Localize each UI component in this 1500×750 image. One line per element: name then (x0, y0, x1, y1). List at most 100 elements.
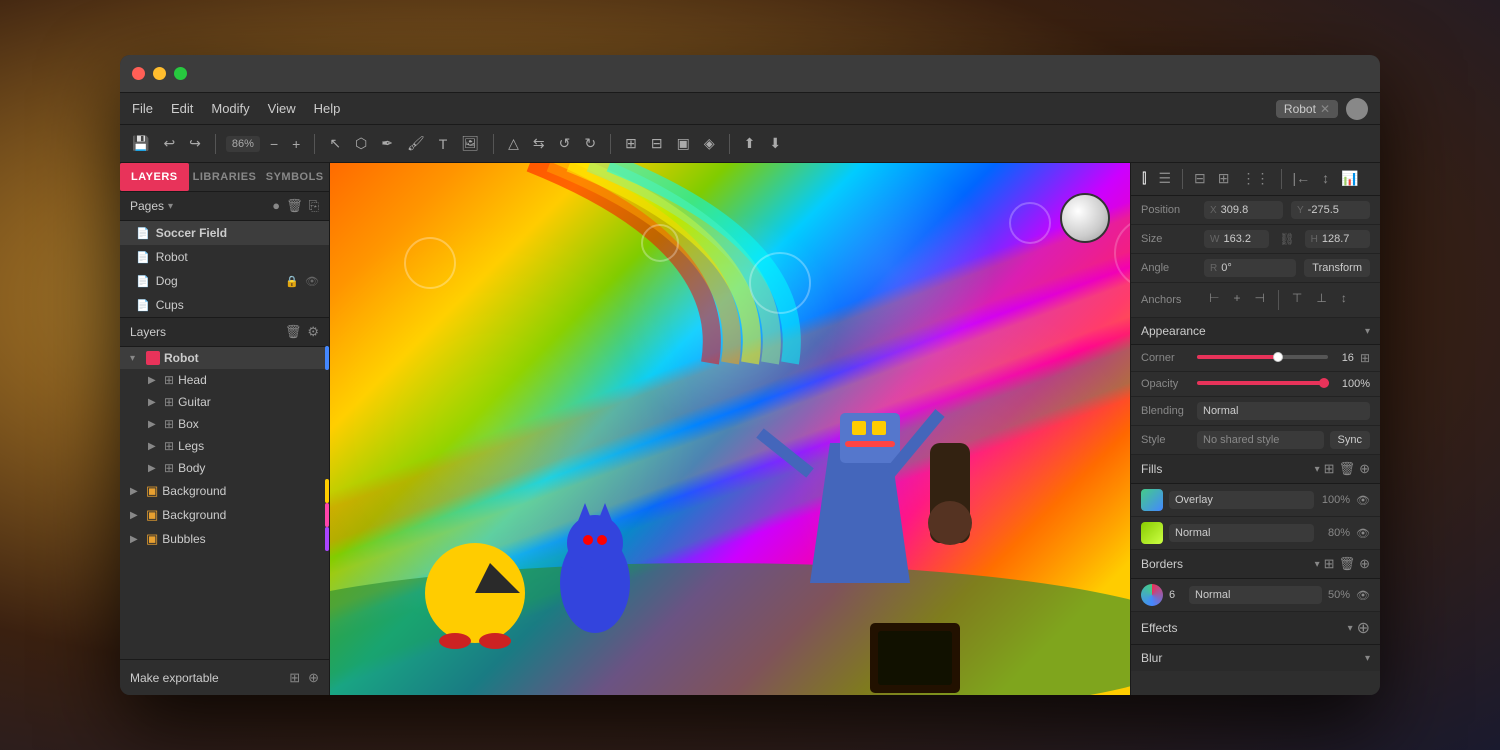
flip-h-btn[interactable]: ⇆ (529, 133, 549, 154)
page-item-robot[interactable]: 📄 Robot (120, 245, 329, 269)
border-color-preview[interactable] (1141, 584, 1163, 606)
appearance-header[interactable]: Appearance ▾ (1131, 318, 1380, 345)
borders-add-btn[interactable]: ⊕ (1359, 556, 1370, 572)
layer-lights[interactable]: ▶ ▣ Background (120, 503, 329, 527)
size-h-field[interactable]: H 128.7 (1305, 230, 1370, 248)
pages-dot-btn[interactable]: ● (272, 198, 280, 214)
fill-color-preview-2[interactable] (1141, 522, 1163, 544)
corner-thumb[interactable] (1273, 352, 1283, 362)
layer-bubbles[interactable]: ▶ ▣ Bubbles (120, 527, 329, 551)
borders-settings-btn[interactable]: ⊞ (1324, 556, 1335, 572)
effects-add-btn[interactable]: ⊕ (1357, 618, 1370, 638)
rp-distribute-h-icon[interactable]: ⊟ (1189, 167, 1211, 191)
rp-align-center-icon[interactable]: ☰ (1153, 167, 1176, 191)
export-tool[interactable]: ⬆ (740, 133, 760, 154)
opacity-thumb[interactable] (1319, 378, 1329, 388)
fills-add-btn[interactable]: ⊕ (1359, 461, 1370, 477)
pages-add-btn[interactable]: ⎘ (309, 198, 319, 214)
borders-delete-btn[interactable]: 🗑 (1339, 556, 1356, 572)
anchor-left-btn[interactable]: ⊢ (1204, 288, 1224, 312)
size-link-icon[interactable]: ⛓ (1279, 232, 1294, 246)
anchor-right-btn[interactable]: ⊣ (1249, 288, 1269, 312)
blending-select[interactable]: Normal (1197, 402, 1370, 420)
fill-color-preview-1[interactable] (1141, 489, 1163, 511)
redo-btn[interactable]: ↪ (185, 133, 205, 154)
zoom-out-btn[interactable]: − (266, 134, 282, 154)
menu-help[interactable]: Help (314, 101, 341, 116)
layers-delete-btn[interactable]: 🗑 (285, 324, 302, 340)
rotate-ccw-btn[interactable]: ↺ (555, 133, 575, 154)
select-tool[interactable]: ↖ (325, 133, 345, 154)
close-button[interactable] (132, 67, 145, 80)
fill-tool[interactable]: 🖌 (403, 133, 429, 154)
shape-tool[interactable]: ⬡ (351, 133, 371, 154)
anchor-top-btn[interactable]: ⊤ (1287, 288, 1307, 312)
pages-delete-btn[interactable]: 🗑 (286, 198, 303, 214)
style-select[interactable]: No shared style (1197, 431, 1324, 449)
anchor-bottom-btn[interactable]: ↕ (1336, 288, 1352, 312)
distribute-tool[interactable]: ⊟ (647, 133, 667, 154)
fills-settings-btn[interactable]: ⊞ (1324, 461, 1335, 477)
layer-head[interactable]: ▶ ⊞ Head (120, 369, 329, 391)
layer-body[interactable]: ▶ ⊞ Body (120, 457, 329, 479)
layer-box[interactable]: ▶ ⊞ Box (120, 413, 329, 435)
fills-delete-btn[interactable]: 🗑 (1339, 461, 1356, 477)
corner-slider[interactable] (1197, 355, 1328, 361)
align-tool[interactable]: ⊞ (621, 133, 641, 154)
menu-modify[interactable]: Modify (211, 101, 249, 116)
group-tool[interactable]: ▣ (673, 133, 694, 154)
fill-eye-1[interactable]: 👁 (1356, 494, 1370, 507)
page-item-dog[interactable]: 📄 Dog 🔒 👁 (120, 269, 329, 293)
anchor-center-btn[interactable]: + (1228, 288, 1245, 312)
corner-options-btn[interactable]: ⊞ (1360, 351, 1370, 365)
page-item-cups[interactable]: 📄 Cups (120, 293, 329, 317)
layer-robot[interactable]: ▾ Robot (120, 347, 329, 369)
text-tool[interactable]: T (435, 134, 452, 154)
export-add-btn[interactable]: ⊕ (308, 670, 319, 686)
export-icon-btn[interactable]: ⊞ (289, 670, 300, 686)
triangle-tool[interactable]: △ (504, 133, 523, 154)
rp-distribute-v-icon[interactable]: ⊞ (1213, 167, 1235, 191)
layer-background[interactable]: ▶ ▣ Background (120, 479, 329, 503)
rp-anchor-left-icon[interactable]: |← (1288, 167, 1316, 191)
fill-blend-2[interactable]: Normal (1169, 524, 1314, 542)
import-tool[interactable]: ⬇ (765, 133, 785, 154)
position-x-field[interactable]: X 309.8 (1204, 201, 1283, 219)
layer-legs[interactable]: ▶ ⊞ Legs (120, 435, 329, 457)
blur-header[interactable]: Blur ▾ (1131, 645, 1380, 671)
robot-badge[interactable]: Robot ✕ (1276, 100, 1338, 118)
tab-libraries[interactable]: LIBRARIES (189, 163, 261, 191)
undo-btn[interactable]: ↩ (159, 133, 179, 154)
image-tool[interactable]: 🖼 (457, 133, 483, 154)
layer-guitar[interactable]: ▶ ⊞ Guitar (120, 391, 329, 413)
style-sync-btn[interactable]: Sync (1330, 431, 1370, 449)
rp-bar-chart-icon[interactable]: 📊 (1336, 167, 1363, 191)
layers-options-btn[interactable]: ⚙ (307, 324, 319, 340)
border-blend-1[interactable]: Normal (1189, 586, 1322, 604)
menu-view[interactable]: View (268, 101, 296, 116)
opacity-slider[interactable] (1197, 381, 1329, 387)
eye-icon[interactable]: 👁 (305, 275, 319, 288)
pages-dropdown-icon[interactable]: ▾ (168, 201, 173, 212)
menu-edit[interactable]: Edit (171, 101, 193, 116)
component-tool[interactable]: ◈ (700, 133, 719, 154)
zoom-in-btn[interactable]: + (288, 134, 304, 154)
avatar[interactable] (1346, 98, 1368, 120)
rp-anchor-center-icon[interactable]: ↕ (1317, 167, 1334, 191)
minimize-button[interactable] (153, 67, 166, 80)
maximize-button[interactable] (174, 67, 187, 80)
anchor-middle-btn[interactable]: ⊥ (1311, 288, 1331, 312)
rp-align-left-icon[interactable]: ⫿ (1137, 167, 1151, 191)
page-item-soccer-field[interactable]: 📄 Soccer Field (120, 221, 329, 245)
transform-btn[interactable]: Transform (1304, 259, 1370, 277)
tab-symbols[interactable]: SYMBOLS (260, 163, 329, 191)
rp-grid-icon[interactable]: ⋮⋮ (1237, 167, 1275, 191)
fill-blend-1[interactable]: Overlay (1169, 491, 1314, 509)
size-w-field[interactable]: W 163.2 (1204, 230, 1269, 248)
border-eye-1[interactable]: 👁 (1356, 589, 1370, 602)
fill-eye-2[interactable]: 👁 (1356, 527, 1370, 540)
tab-layers[interactable]: LAYERS (120, 163, 189, 191)
angle-field[interactable]: R 0° (1204, 259, 1296, 277)
menu-file[interactable]: File (132, 101, 153, 116)
canvas-area[interactable] (330, 163, 1130, 695)
